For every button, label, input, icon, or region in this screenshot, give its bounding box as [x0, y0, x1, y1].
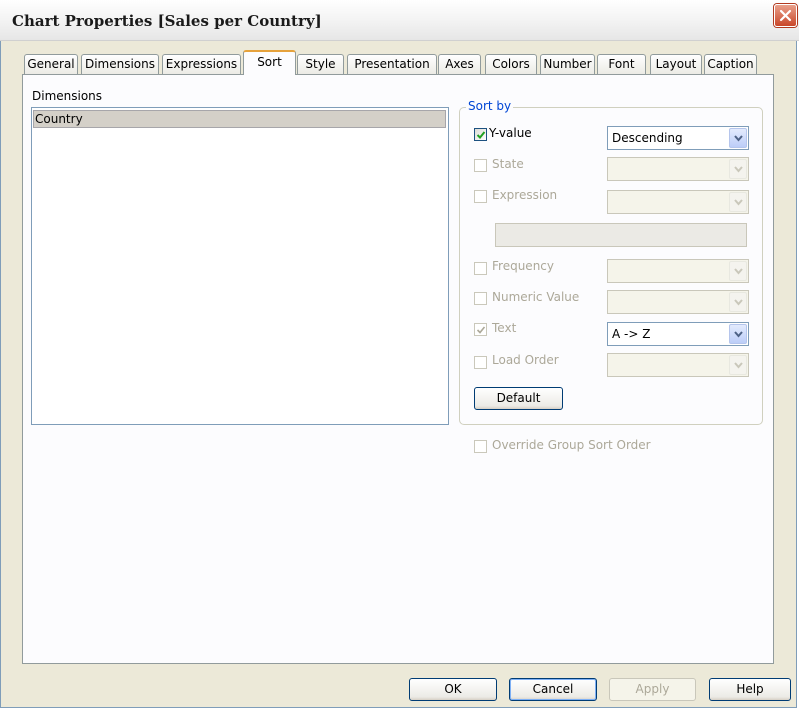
chevron-down-icon — [729, 192, 747, 212]
frequency-order-select[interactable] — [607, 259, 749, 283]
y-value-order-value: Descending — [612, 131, 683, 145]
tab-number[interactable]: Number — [540, 54, 595, 74]
frequency-checkbox[interactable] — [474, 262, 487, 275]
tab-font[interactable]: Font — [597, 54, 646, 74]
default-button[interactable]: Default — [474, 387, 563, 410]
checkmark-icon — [476, 131, 486, 139]
expression-checkbox[interactable] — [474, 190, 487, 203]
tab-presentation[interactable]: Presentation — [347, 54, 437, 74]
tab-layout[interactable]: Layout — [650, 54, 702, 74]
tab-expressions[interactable]: Expressions — [162, 54, 241, 74]
chevron-down-icon[interactable] — [729, 128, 747, 148]
cancel-button[interactable]: Cancel — [509, 678, 597, 701]
override-group-sort-checkbox[interactable] — [474, 440, 487, 453]
ok-button[interactable]: OK — [409, 678, 497, 701]
numeric-value-label: Numeric Value — [492, 290, 580, 304]
tab-dimensions[interactable]: Dimensions — [81, 54, 159, 74]
expression-order-select[interactable] — [607, 190, 749, 214]
load-order-order-select[interactable] — [607, 353, 749, 377]
y-value-checkbox[interactable] — [474, 128, 487, 141]
frequency-label: Frequency — [492, 259, 554, 273]
load-order-checkbox[interactable] — [474, 356, 487, 369]
tab-axes[interactable]: Axes — [438, 54, 481, 74]
tab-colors[interactable]: Colors — [485, 54, 537, 74]
text-order-select[interactable]: A -> Z — [607, 322, 749, 346]
text-label: Text — [492, 321, 517, 335]
state-label: State — [492, 157, 524, 171]
checkmark-icon — [476, 326, 486, 334]
chevron-down-icon — [729, 159, 747, 179]
tab-style[interactable]: Style — [297, 54, 344, 74]
chevron-down-icon — [729, 292, 747, 312]
dimension-list-item[interactable]: Country — [33, 110, 446, 128]
y-value-order-select[interactable]: Descending — [607, 126, 749, 150]
numeric-value-order-select[interactable] — [607, 290, 749, 314]
state-order-select[interactable] — [607, 157, 749, 181]
title-bar: Chart Properties [Sales per Country] — [0, 0, 799, 41]
chevron-down-icon — [729, 355, 747, 375]
expression-input[interactable] — [495, 223, 747, 247]
load-order-label: Load Order — [492, 353, 559, 367]
apply-button[interactable]: Apply — [609, 678, 696, 701]
numeric-value-checkbox[interactable] — [474, 292, 487, 305]
y-value-label: Y-value — [489, 126, 532, 140]
tab-general[interactable]: General — [24, 54, 78, 74]
dimensions-label: Dimensions — [32, 89, 103, 103]
tab-caption[interactable]: Caption — [704, 54, 757, 74]
chevron-down-icon[interactable] — [729, 324, 747, 344]
expression-label: Expression — [492, 188, 558, 202]
override-group-sort-label: Override Group Sort Order — [492, 438, 651, 452]
chevron-down-icon — [729, 261, 747, 281]
text-order-value: A -> Z — [612, 327, 651, 341]
tab-sort[interactable]: Sort — [243, 50, 296, 75]
sort-by-label: Sort by — [466, 99, 514, 113]
dimensions-listbox[interactable] — [31, 107, 449, 425]
help-button[interactable]: Help — [709, 678, 791, 701]
state-checkbox[interactable] — [474, 159, 487, 172]
close-button[interactable] — [774, 4, 797, 27]
text-checkbox[interactable] — [474, 323, 487, 336]
window-title: Chart Properties [Sales per Country] — [12, 12, 322, 30]
